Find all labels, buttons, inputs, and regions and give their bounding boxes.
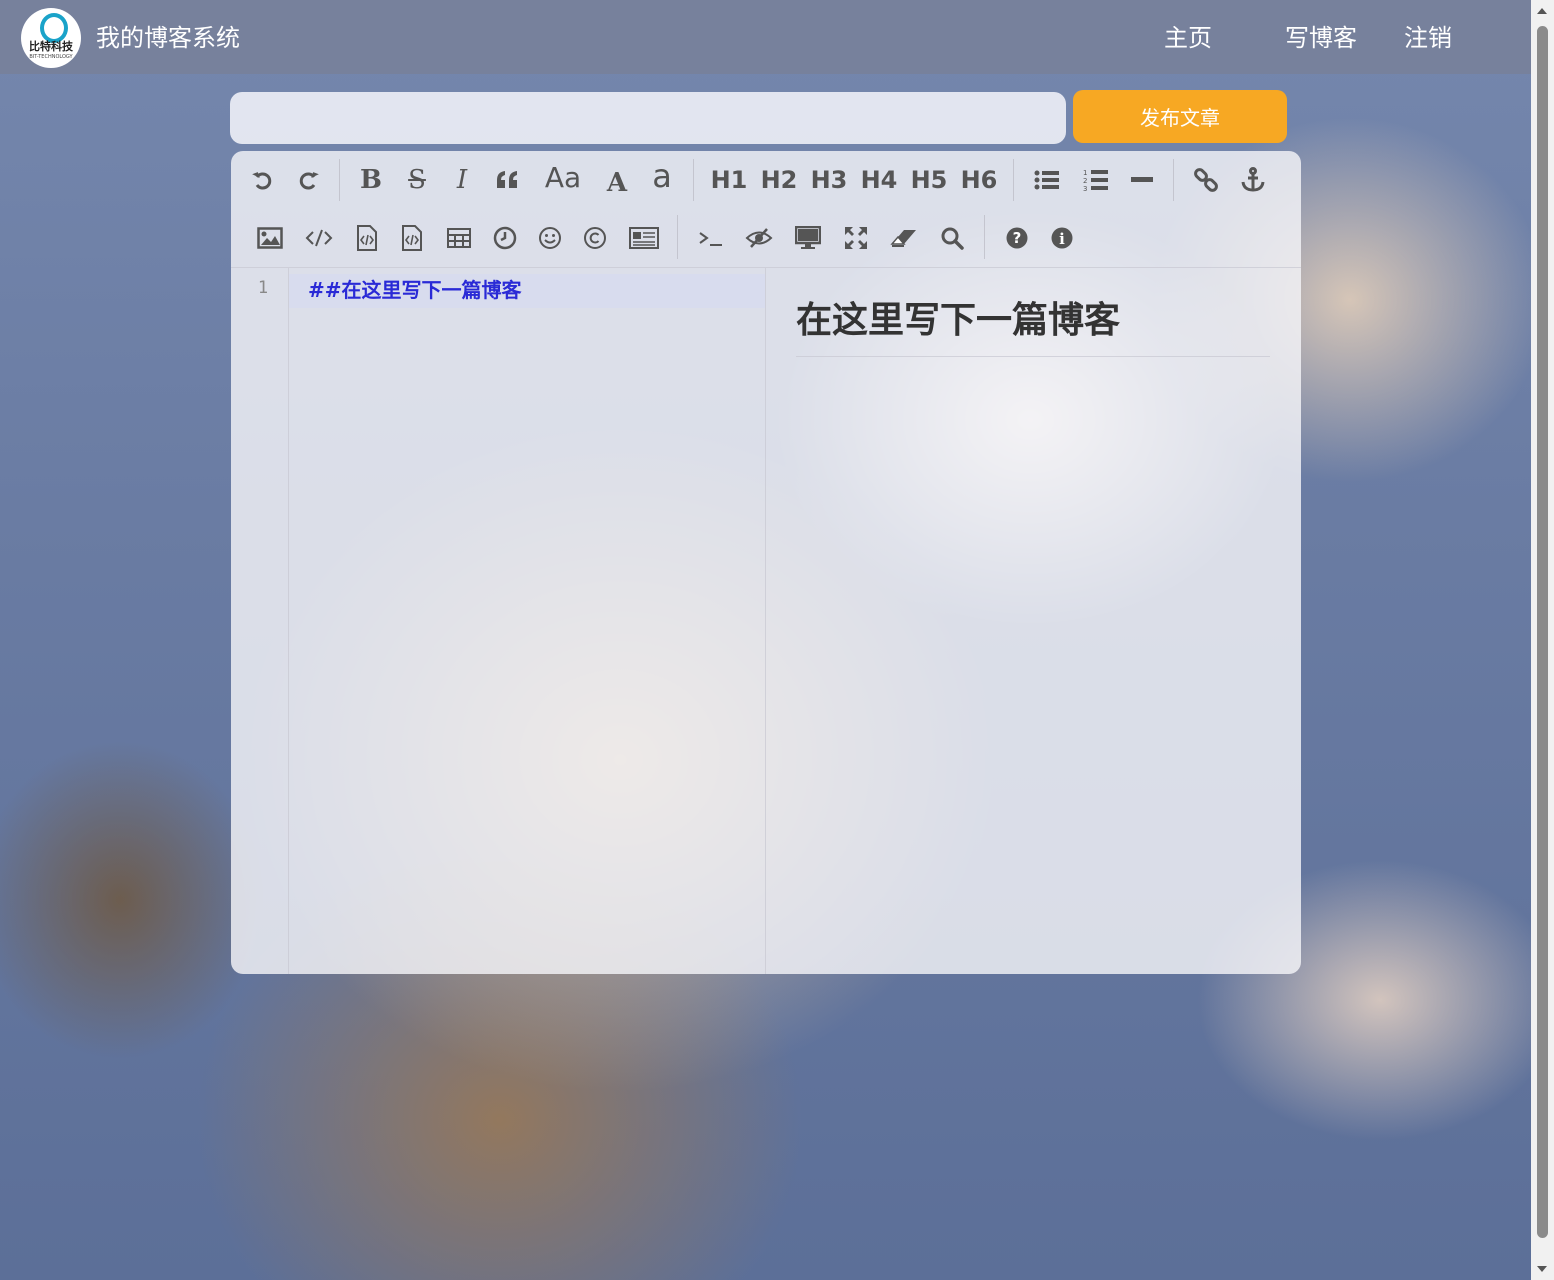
goto-line-icon[interactable] [693,218,729,258]
heading-4-button[interactable]: H4 [858,160,900,200]
toolbar-separator [1013,159,1014,201]
logo: 比特科技 BIT-TECHNOLOGY [21,8,81,68]
line-number-gutter: 1 [231,268,289,974]
svg-text:2: 2 [1083,177,1087,185]
preformatted-text-icon[interactable] [349,218,385,258]
scroll-up-arrow-icon[interactable] [1537,8,1547,14]
preview-heading: 在这里写下一篇博客 [796,296,1270,357]
page-scrollbar[interactable] [1531,0,1554,1280]
toolbar-separator [1173,159,1174,201]
scroll-down-arrow-icon[interactable] [1537,1266,1547,1272]
navbar: 比特科技 BIT-TECHNOLOGY 我的博客系统 主页 写博客 注销 [0,0,1531,74]
datetime-icon[interactable] [487,218,523,258]
italic-icon[interactable]: I [444,160,480,200]
redo-icon[interactable] [290,160,326,200]
image-icon[interactable] [252,218,288,258]
markdown-editor: B S I Aa A a H1 H2 H3 H4 H5 H6 123 ? i 1… [231,151,1301,974]
pagebreak-icon[interactable] [624,218,664,258]
table-icon[interactable] [441,218,477,258]
html-entities-icon[interactable] [577,218,613,258]
uppercase-icon[interactable]: Aa [537,157,589,197]
link-icon[interactable] [1188,160,1224,200]
logo-text: 比特科技 [29,40,73,53]
heading-1-button[interactable]: H1 [708,160,750,200]
clear-icon[interactable] [886,218,922,258]
svg-text:?: ? [1013,229,1022,247]
site-title: 我的博客系统 [96,24,240,52]
markdown-code-pane[interactable]: ##在这里写下一篇博客 [289,268,766,974]
scrollbar-thumb[interactable] [1537,26,1548,1238]
info-icon[interactable]: i [1044,218,1080,258]
heading-5-button[interactable]: H5 [908,160,950,200]
bold-icon[interactable]: B [353,160,389,200]
code-icon[interactable] [301,218,337,258]
unordered-list-icon[interactable] [1029,160,1065,200]
quote-icon[interactable] [490,160,526,200]
toolbar-separator [693,159,694,201]
ordered-list-icon[interactable]: 123 [1078,160,1114,200]
markdown-preview-pane: 在这里写下一篇博客 [766,268,1301,974]
search-icon[interactable] [934,218,970,258]
markdown-source-text[interactable]: ##在这里写下一篇博客 [308,276,522,304]
publish-article-button[interactable]: 发布文章 [1073,90,1287,143]
logo-subtext: BIT-TECHNOLOGY [29,54,73,60]
logo-ring-icon [40,13,68,43]
nav-home-link[interactable]: 主页 [1164,22,1212,54]
line-number: 1 [257,278,269,298]
code-block-icon[interactable] [394,218,430,258]
preview-icon[interactable] [790,218,826,258]
toolbar-separator [984,215,985,259]
article-title-input[interactable] [230,92,1066,144]
anchor-icon[interactable] [1235,160,1271,200]
toolbar-separator [339,159,340,201]
svg-text:3: 3 [1083,185,1087,192]
watch-toggle-icon[interactable] [741,218,777,258]
nav-logout-link[interactable]: 注销 [1404,22,1452,54]
strikethrough-icon[interactable]: S [399,160,435,200]
help-icon[interactable]: ? [999,218,1035,258]
horizontal-rule-icon[interactable] [1124,160,1160,200]
heading-2-button[interactable]: H2 [758,160,800,200]
heading-3-button[interactable]: H3 [808,160,850,200]
toolbar-separator [677,215,678,259]
heading-6-button[interactable]: H6 [958,160,1000,200]
uppercase-a-icon[interactable]: A [599,163,635,203]
emoji-icon[interactable] [532,218,568,258]
svg-text:1: 1 [1083,169,1087,177]
undo-icon[interactable] [245,160,281,200]
editor-toolbar: B S I Aa A a H1 H2 H3 H4 H5 H6 123 ? i [231,151,1301,268]
lowercase-icon[interactable]: a [644,156,680,196]
fullscreen-icon[interactable] [838,218,874,258]
nav-write-blog-link[interactable]: 写博客 [1285,22,1357,54]
svg-text:i: i [1059,230,1065,248]
